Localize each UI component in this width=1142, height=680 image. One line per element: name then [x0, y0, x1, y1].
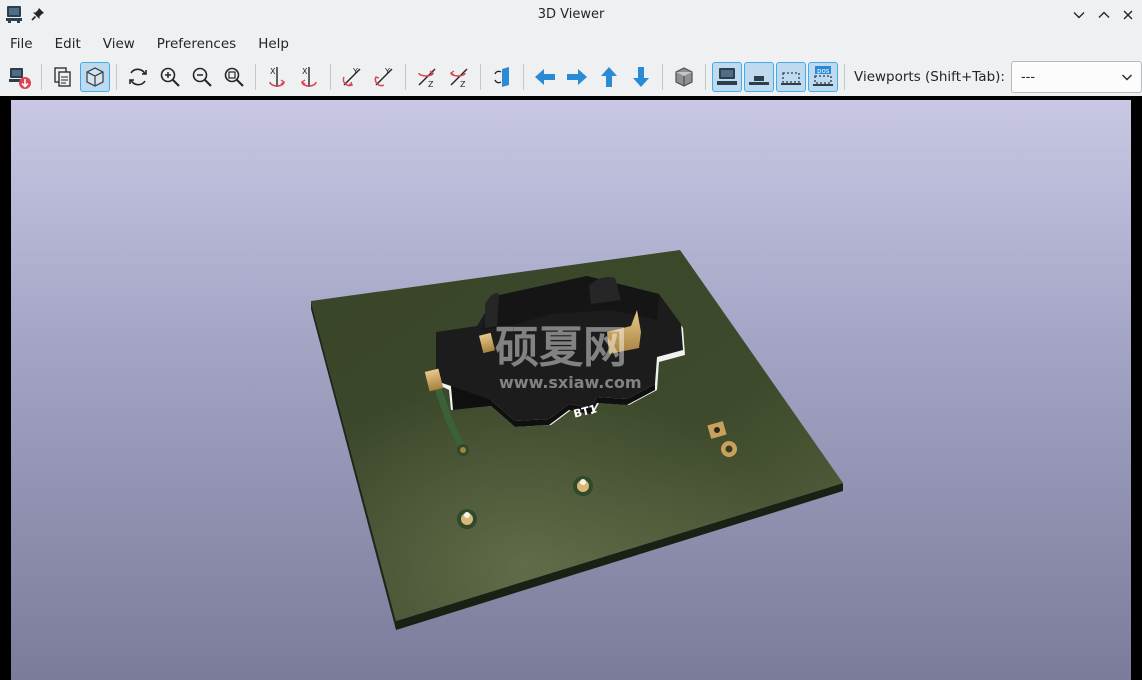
zoom-fit-icon — [224, 67, 244, 87]
arrow-right-icon — [567, 69, 587, 85]
svg-text:Y: Y — [352, 67, 358, 76]
viewports-selected-value: --- — [1020, 69, 1036, 85]
svg-text:Z: Z — [460, 80, 466, 89]
toolbar-separator — [41, 64, 42, 90]
copy-icon — [54, 67, 71, 87]
move-down-button[interactable] — [626, 62, 656, 92]
rotate-y-counterclockwise-icon: Y — [374, 67, 393, 87]
arrow-up-icon — [601, 67, 617, 87]
rotate-z-clockwise-icon: Z — [418, 68, 436, 89]
3d-canvas[interactable]: BT1 硕夏网 www.sxiaw.com — [11, 100, 1131, 680]
menu-help[interactable]: Help — [251, 32, 296, 56]
zoom-fit-button[interactable] — [219, 62, 249, 92]
show-smd-models-button[interactable] — [744, 62, 774, 92]
toolbar-separator — [116, 64, 117, 90]
menu-edit[interactable]: Edit — [48, 32, 88, 56]
rotate-y-ccw-button[interactable]: Y — [369, 62, 399, 92]
trace-end-pad — [457, 444, 469, 456]
toolbar-separator — [844, 64, 845, 90]
toolbar-separator — [705, 64, 706, 90]
toolbar-separator — [662, 64, 663, 90]
window-title: 3D Viewer — [537, 7, 605, 22]
reload-board-icon — [9, 68, 31, 89]
menu-bar: File Edit View Preferences Help — [0, 30, 1142, 58]
reload-board-button[interactable] — [5, 62, 35, 92]
toolbar-separator — [523, 64, 524, 90]
toolbar-separator — [255, 64, 256, 90]
rotate-y-cw-button[interactable]: Y — [337, 62, 367, 92]
zoom-out-icon — [192, 67, 212, 87]
refresh-icon — [129, 68, 147, 86]
svg-text:pos: pos — [817, 67, 830, 75]
toolbar-separator — [405, 64, 406, 90]
zoom-in-icon — [160, 67, 180, 87]
move-left-button[interactable] — [530, 62, 560, 92]
rotate-x-clockwise-icon: X — [269, 67, 286, 87]
move-up-button[interactable] — [594, 62, 624, 92]
pcb-3d-render: BT1 硕夏网 www.sxiaw.com — [311, 250, 843, 630]
arrow-down-icon — [633, 67, 649, 87]
close-icon — [1123, 10, 1133, 20]
title-bar: 3D Viewer — [0, 0, 1142, 30]
cube-icon — [86, 67, 104, 87]
viewports-label: Viewports (Shift+Tab): — [854, 69, 1005, 85]
via-pad-center — [573, 476, 593, 496]
chevron-down-icon — [1122, 74, 1132, 81]
move-right-button[interactable] — [562, 62, 592, 92]
rotate-x-ccw-button[interactable]: X — [294, 62, 324, 92]
menu-file[interactable]: File — [3, 32, 40, 56]
viewport-frame: BT1 硕夏网 www.sxiaw.com — [0, 96, 1142, 680]
menu-view[interactable]: View — [96, 32, 142, 56]
close-button[interactable] — [1119, 6, 1137, 24]
menu-preferences[interactable]: Preferences — [150, 32, 243, 56]
tht-model-icon — [717, 68, 737, 85]
via-pad-left — [457, 509, 477, 529]
svg-text:X: X — [302, 67, 308, 76]
show-virtual-models-button[interactable] — [776, 62, 806, 92]
zoom-out-button[interactable] — [187, 62, 217, 92]
toggle-3d-view-button[interactable] — [80, 62, 110, 92]
flip-board-icon — [494, 67, 509, 87]
rotate-z-counterclockwise-icon: Z — [449, 68, 468, 89]
ortho-cube-icon — [675, 67, 693, 87]
watermark-url: www.sxiaw.com — [499, 373, 642, 392]
zoom-in-button[interactable] — [155, 62, 185, 92]
flip-board-button[interactable] — [487, 62, 517, 92]
toggle-orthographic-button[interactable] — [669, 62, 699, 92]
rotate-x-cw-button[interactable]: X — [262, 62, 292, 92]
rotate-x-counterclockwise-icon: X — [300, 67, 317, 87]
arrow-left-icon — [535, 69, 555, 85]
virtual-model-icon — [781, 72, 801, 85]
chevron-down-icon — [1073, 12, 1085, 19]
rotate-z-cw-button[interactable]: Z — [412, 62, 442, 92]
show-not-in-posfile-button[interactable]: pos — [808, 62, 838, 92]
redraw-button[interactable] — [123, 62, 153, 92]
show-tht-models-button[interactable] — [712, 62, 742, 92]
watermark-cn: 硕夏网 — [495, 322, 627, 373]
chevron-up-icon — [1098, 11, 1110, 18]
pos-file-icon: pos — [813, 66, 833, 86]
rotate-y-clockwise-icon: Y — [342, 67, 361, 87]
minimize-button[interactable] — [1070, 6, 1088, 24]
rotate-z-ccw-button[interactable]: Z — [444, 62, 474, 92]
maximize-button[interactable] — [1095, 6, 1113, 24]
viewports-dropdown[interactable]: --- — [1010, 61, 1142, 93]
copy-image-button[interactable] — [48, 62, 78, 92]
svg-text:Y: Y — [384, 67, 390, 76]
svg-text:Z: Z — [428, 80, 434, 89]
svg-text:X: X — [270, 67, 276, 76]
toolbar-separator — [480, 64, 481, 90]
smd-model-icon — [749, 76, 769, 85]
toolbar: X X Y Y Z Z pos Viewports (Shift+Tab): -… — [0, 58, 1142, 96]
toolbar-separator — [330, 64, 331, 90]
